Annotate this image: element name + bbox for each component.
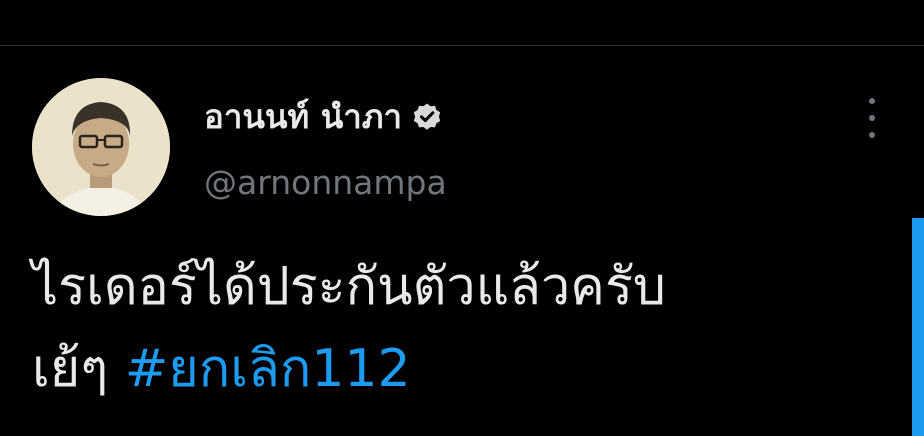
more-dot [869,98,875,104]
more-dot [869,132,875,138]
author-name-row[interactable]: อานนท์ นำภา [204,94,442,140]
tweet-text-prefix: เย้ๆ [32,339,125,399]
verified-badge-icon [412,102,442,132]
user-handle[interactable]: @arnonnampa [204,160,447,206]
more-dot [869,115,875,121]
avatar-photo [32,78,170,216]
hashtag-link[interactable]: #ยกเลิก112 [125,339,411,399]
tweet-text-line-1: ไรเดอร์ได้ประกันตัวแล้วครับ [32,257,666,317]
avatar[interactable] [32,78,170,216]
tweet-text-line-2: เย้ๆ #ยกเลิก112 [32,328,892,410]
scroll-indicator [912,218,924,436]
display-name[interactable]: อานนท์ นำภา [204,94,402,140]
top-divider [0,45,924,46]
more-vertical-icon[interactable] [860,98,884,138]
tweet-text: ไรเดอร์ได้ประกันตัวแล้วครับ เย้ๆ #ยกเลิก… [32,246,892,410]
